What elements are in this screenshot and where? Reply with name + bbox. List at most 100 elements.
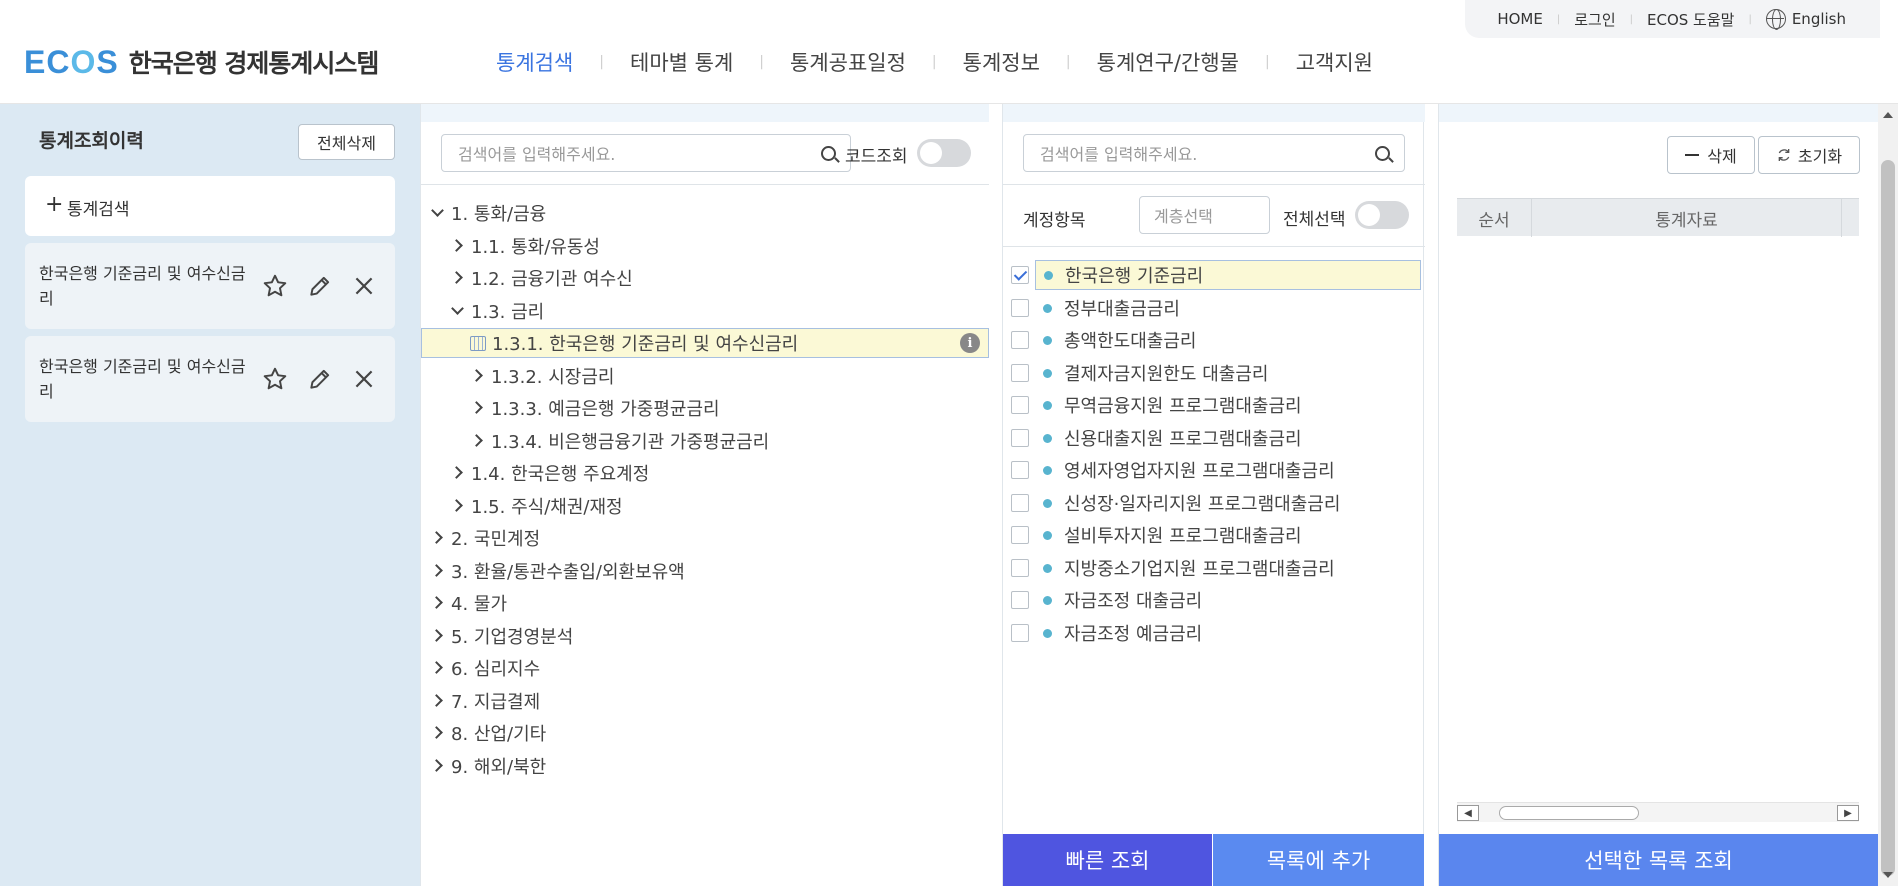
code-toggle[interactable] [917,139,971,167]
close-icon[interactable] [351,366,377,392]
checkbox[interactable] [1011,396,1029,414]
item-dot [1044,270,1053,280]
history-panel: 통계조회이력 전체삭제 + 통계검색 한국은행 기준금리 및 여수신금리 한국은… [0,104,420,886]
checkbox[interactable] [1011,299,1029,317]
tree-node[interactable]: 8. 산업/기타 [427,718,546,748]
history-item[interactable]: 한국은행 기준금리 및 여수신금리 [25,336,395,422]
checkbox[interactable] [1011,624,1029,642]
item-row[interactable]: 무역금융지원 프로그램대출금리 [1009,390,1421,420]
nav-support[interactable]: 고객지원 [1270,47,1399,77]
item-row[interactable]: 자금조정 예금금리 [1009,618,1421,648]
checkbox[interactable] [1011,364,1029,382]
logo[interactable]: ECOS 한국은행 경제통계시스템 [24,44,379,80]
nav-release-schedule[interactable]: 통계공표일정 [764,47,932,77]
tree-node[interactable]: 1.3.2. 시장금리 [467,361,614,391]
item-dot [1043,498,1052,508]
star-icon[interactable] [262,366,288,392]
tree-node[interactable]: 1.1. 통화/유동성 [447,231,600,261]
chevron-down-icon [427,203,447,223]
star-icon[interactable] [262,273,288,299]
scroll-thumb[interactable] [1499,806,1639,820]
home-link[interactable]: HOME [1483,10,1557,28]
item-row[interactable]: 지방중소기업지원 프로그램대출금리 [1009,553,1421,583]
item-row[interactable]: 자금조정 대출금리 [1009,585,1421,615]
item-row[interactable]: 총액한도대출금리 [1009,325,1421,355]
english-link[interactable]: English [1752,9,1860,30]
scroll-right-icon[interactable]: ▶ [1837,805,1859,821]
item-row[interactable]: 정부대출금금리 [1009,293,1421,323]
reset-button[interactable]: 초기화 [1758,136,1860,174]
tree-node[interactable]: 5. 기업경영분석 [427,621,573,651]
item-dot [1043,433,1052,443]
scroll-up-icon[interactable] [1883,112,1893,118]
item-row[interactable]: 영세자영업자지원 프로그램대출금리 [1009,455,1421,485]
history-item[interactable]: 한국은행 기준금리 및 여수신금리 [25,243,395,329]
query-selected-button[interactable]: 선택한 목록 조회 [1439,834,1878,886]
checkbox[interactable] [1011,591,1029,609]
item-row[interactable]: 신성장·일자리지원 프로그램대출금리 [1009,488,1421,518]
main-nav: 통계검색 | 테마별 통계 | 통계공표일정 | 통계정보 | 통계연구/간행물… [470,44,1399,80]
tree-node[interactable]: 1.4. 한국은행 주요계정 [447,458,649,488]
col-order: 순서 [1457,199,1532,237]
item-row[interactable]: 신용대출지원 프로그램대출금리 [1009,423,1421,453]
tree-node[interactable]: 1.3. 금리 [447,296,544,326]
chevron-right-icon [447,236,467,256]
tree-node-selected[interactable]: 1.3.1. 한국은행 기준금리 및 여수신금리 i [421,328,989,358]
delete-all-button[interactable]: 전체삭제 [298,124,395,160]
tree-node[interactable]: 2. 국민계정 [427,523,540,553]
history-item-label: 한국은행 기준금리 및 여수신금리 [39,357,246,401]
scroll-thumb[interactable] [1881,160,1895,876]
tree-search-input[interactable]: 검색어를 입력해주세요. [441,134,851,172]
checkbox[interactable] [1011,461,1029,479]
item-dot [1043,465,1052,475]
chevron-right-icon [427,723,447,743]
quick-search-button[interactable]: 빠른 조회 [1003,834,1212,886]
item-row[interactable]: 설비투자지원 프로그램대출금리 [1009,520,1421,550]
edit-icon[interactable] [307,366,333,392]
info-icon[interactable]: i [960,333,980,353]
horizontal-scrollbar[interactable]: ◀ ▶ [1457,802,1859,822]
tree-node[interactable]: 1. 통화/금융 [427,198,546,228]
nav-stat-search[interactable]: 통계검색 [470,47,599,77]
checkbox[interactable] [1011,526,1029,544]
scroll-left-icon[interactable]: ◀ [1457,805,1479,821]
tree-node[interactable]: 1.3.3. 예금은행 가중평균금리 [467,393,720,423]
tree-node[interactable]: 4. 물가 [427,588,507,618]
delete-button[interactable]: 삭제 [1667,136,1755,174]
items-search-input[interactable]: 검색어를 입력해주세요. [1023,134,1405,172]
checkbox[interactable] [1011,559,1029,577]
checkbox[interactable] [1011,494,1029,512]
page-scrollbar[interactable] [1878,104,1898,886]
header: HOME | 로그인 | ECOS 도움말 | English ECOS 한국은… [0,0,1898,104]
history-item-label: 한국은행 기준금리 및 여수신금리 [39,264,246,308]
item-row[interactable]: 한국은행 기준금리 [1009,260,1421,290]
search-icon[interactable] [821,146,836,161]
checkbox[interactable] [1011,331,1029,349]
search-icon[interactable] [1375,146,1390,161]
help-link[interactable]: ECOS 도움말 [1633,9,1748,30]
items-panel: 검색어를 입력해주세요. 계정항목 계층선택 전체선택 한국은행 기준금리 정부… [1002,104,1425,886]
item-dot [1043,335,1052,345]
add-search-card[interactable]: + 통계검색 [25,176,395,236]
item-row[interactable]: 결제자금지원한도 대출금리 [1009,358,1421,388]
tree-node[interactable]: 1.3.4. 비은행금융기관 가중평균금리 [467,426,769,456]
nav-theme-stats[interactable]: 테마별 통계 [604,47,759,77]
tree-node[interactable]: 3. 환율/통관수출입/외환보유액 [427,556,685,586]
select-all-toggle[interactable] [1355,201,1409,229]
nav-stat-info[interactable]: 통계정보 [937,47,1066,77]
tree-node[interactable]: 6. 심리지수 [427,653,540,683]
add-to-list-button[interactable]: 목록에 추가 [1213,834,1424,886]
close-icon[interactable] [351,273,377,299]
checkbox[interactable] [1011,266,1029,284]
checkbox[interactable] [1011,429,1029,447]
tree-node[interactable]: 7. 지급결제 [427,686,540,716]
tree-node[interactable]: 9. 해외/북한 [427,751,546,781]
edit-icon[interactable] [307,273,333,299]
tree-node[interactable]: 1.2. 금융기관 여수신 [447,263,633,293]
layer-select[interactable]: 계층선택 [1139,196,1270,234]
nav-research[interactable]: 통계연구/간행물 [1071,47,1265,77]
scroll-down-icon[interactable] [1883,872,1893,878]
minus-icon [1685,154,1700,156]
tree-node[interactable]: 1.5. 주식/채권/재정 [447,491,623,521]
login-link[interactable]: 로그인 [1560,9,1629,30]
